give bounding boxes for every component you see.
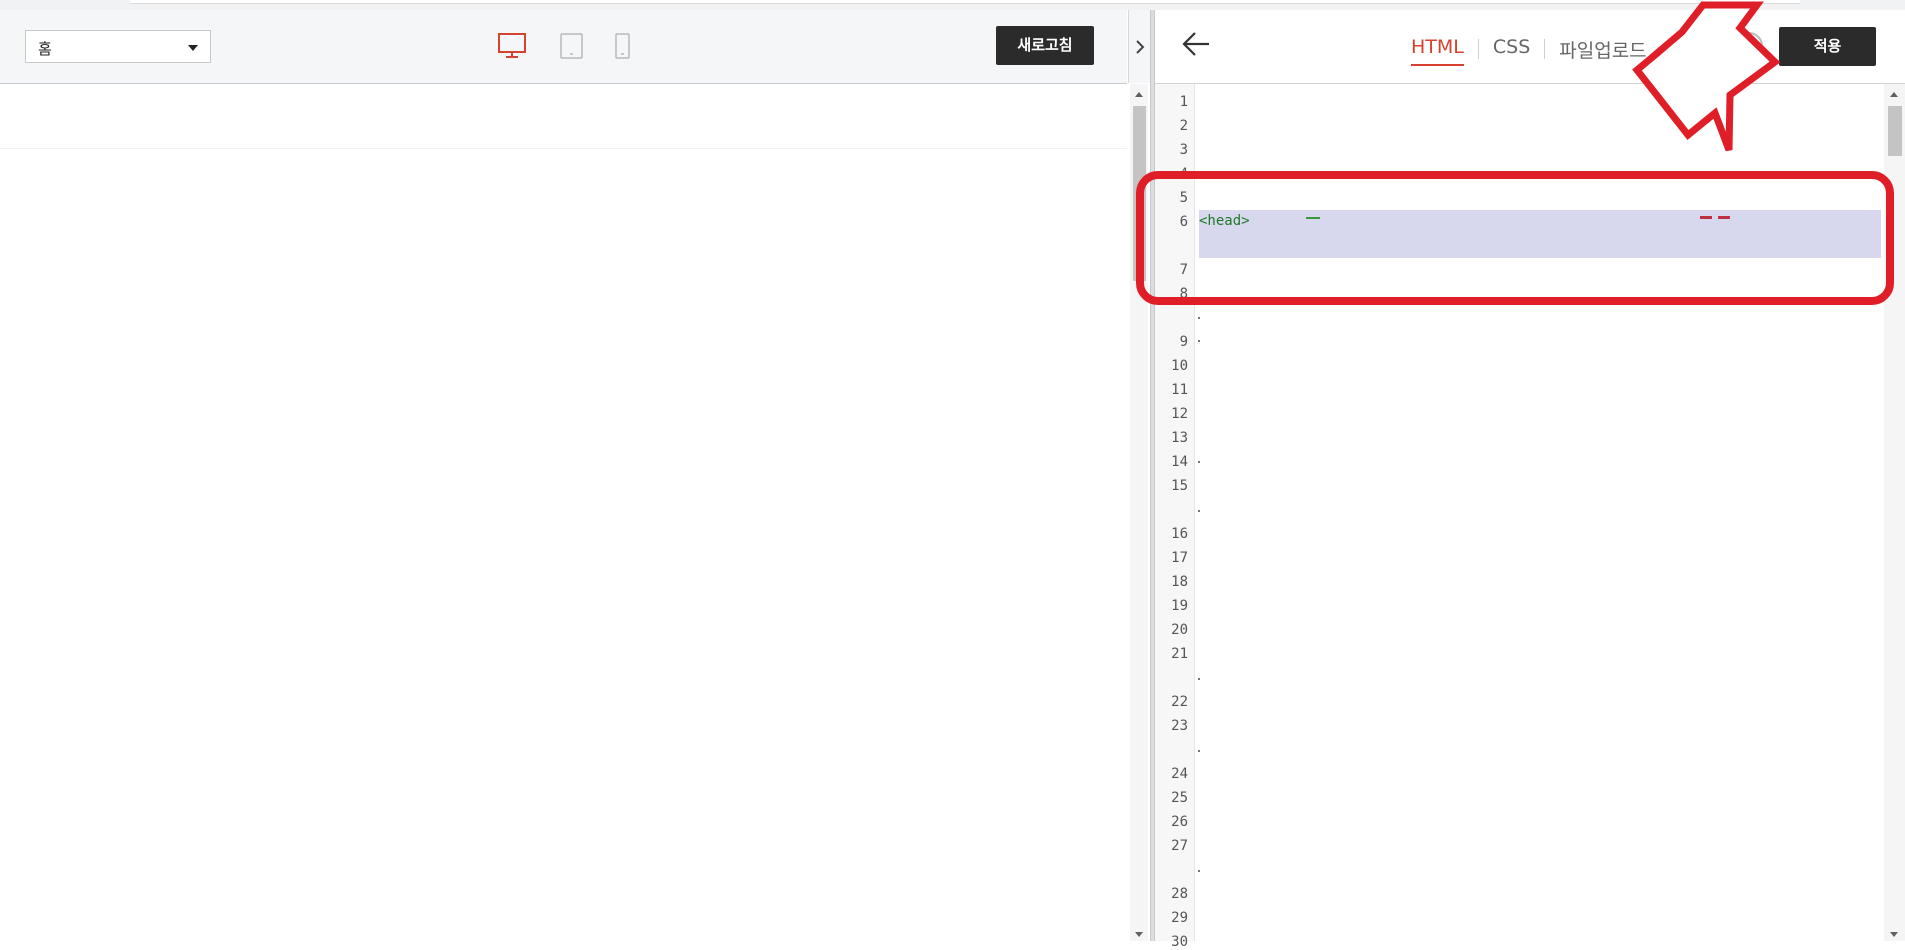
preview-canvas[interactable] bbox=[0, 84, 1127, 941]
line-number: 17 bbox=[1171, 550, 1188, 566]
desktop-view-button[interactable] bbox=[497, 32, 529, 60]
caret-down-icon bbox=[188, 45, 198, 51]
line-number: 20 bbox=[1171, 622, 1188, 638]
scroll-up-icon bbox=[1135, 92, 1143, 97]
preview-divider-line bbox=[0, 148, 1127, 149]
refresh-button[interactable]: 새로고침 bbox=[996, 26, 1094, 65]
line-number: 1 bbox=[1179, 94, 1188, 110]
code-fragment bbox=[1198, 678, 1200, 680]
line-number: 3 bbox=[1179, 142, 1188, 158]
collapse-preview-button[interactable] bbox=[1128, 10, 1151, 83]
line-number: 22 bbox=[1171, 694, 1188, 710]
line-number: 13 bbox=[1171, 430, 1188, 446]
line-number: 19 bbox=[1171, 598, 1188, 614]
line-number: 16 bbox=[1171, 526, 1188, 542]
editor-tabs: HTML CSS 파일업로드 bbox=[1411, 36, 1647, 66]
line-number: 15 bbox=[1171, 478, 1188, 494]
line-number: 28 bbox=[1171, 886, 1188, 902]
code-fragment bbox=[1198, 510, 1200, 512]
line-number: 9 bbox=[1179, 334, 1188, 350]
scroll-thumb[interactable] bbox=[1888, 106, 1902, 156]
mobile-view-button[interactable] bbox=[614, 32, 632, 60]
tab-separator bbox=[1544, 39, 1546, 59]
line-number: 24 bbox=[1171, 766, 1188, 782]
tablet-view-button[interactable] bbox=[559, 32, 585, 60]
line-number: 12 bbox=[1171, 406, 1188, 422]
page-select[interactable]: 홈 bbox=[25, 30, 211, 63]
code-fragment bbox=[1198, 461, 1200, 463]
line-number: 29 bbox=[1171, 910, 1188, 926]
line-number: 26 bbox=[1171, 814, 1188, 830]
chevron-right-icon bbox=[1136, 40, 1145, 54]
code-fragment bbox=[1198, 317, 1200, 319]
line-number: 21 bbox=[1171, 646, 1188, 662]
apply-button[interactable]: 적용 bbox=[1779, 27, 1876, 66]
line-number: 14 bbox=[1171, 454, 1188, 470]
line-number: 18 bbox=[1171, 574, 1188, 590]
tab-html[interactable]: HTML bbox=[1411, 36, 1464, 66]
scroll-down-icon bbox=[1135, 932, 1143, 937]
line-number: 30 bbox=[1171, 934, 1188, 950]
desktop-icon bbox=[498, 33, 526, 58]
tablet-icon bbox=[560, 33, 583, 59]
line-number: 27 bbox=[1171, 838, 1188, 854]
code-fragment bbox=[1198, 340, 1200, 342]
mobile-icon bbox=[615, 33, 630, 59]
back-button[interactable] bbox=[1181, 31, 1211, 57]
annotation-highlight-box bbox=[1136, 171, 1894, 305]
annotation-arrow-icon bbox=[1632, 1, 1781, 152]
line-number: 23 bbox=[1171, 718, 1188, 734]
tab-css[interactable]: CSS bbox=[1493, 36, 1530, 64]
code-fragment bbox=[1198, 870, 1200, 872]
line-number: 2 bbox=[1179, 118, 1188, 134]
tab-separator bbox=[1477, 39, 1479, 59]
scroll-down-icon bbox=[1890, 932, 1898, 937]
line-number: 25 bbox=[1171, 790, 1188, 806]
line-number: 10 bbox=[1171, 358, 1188, 374]
scroll-up-icon bbox=[1890, 92, 1898, 97]
arrow-left-icon bbox=[1182, 32, 1209, 56]
line-number: 11 bbox=[1171, 382, 1188, 398]
code-fragment bbox=[1198, 750, 1200, 752]
address-bar-edge bbox=[130, 0, 1800, 4]
page-select-value: 홈 bbox=[38, 40, 52, 58]
